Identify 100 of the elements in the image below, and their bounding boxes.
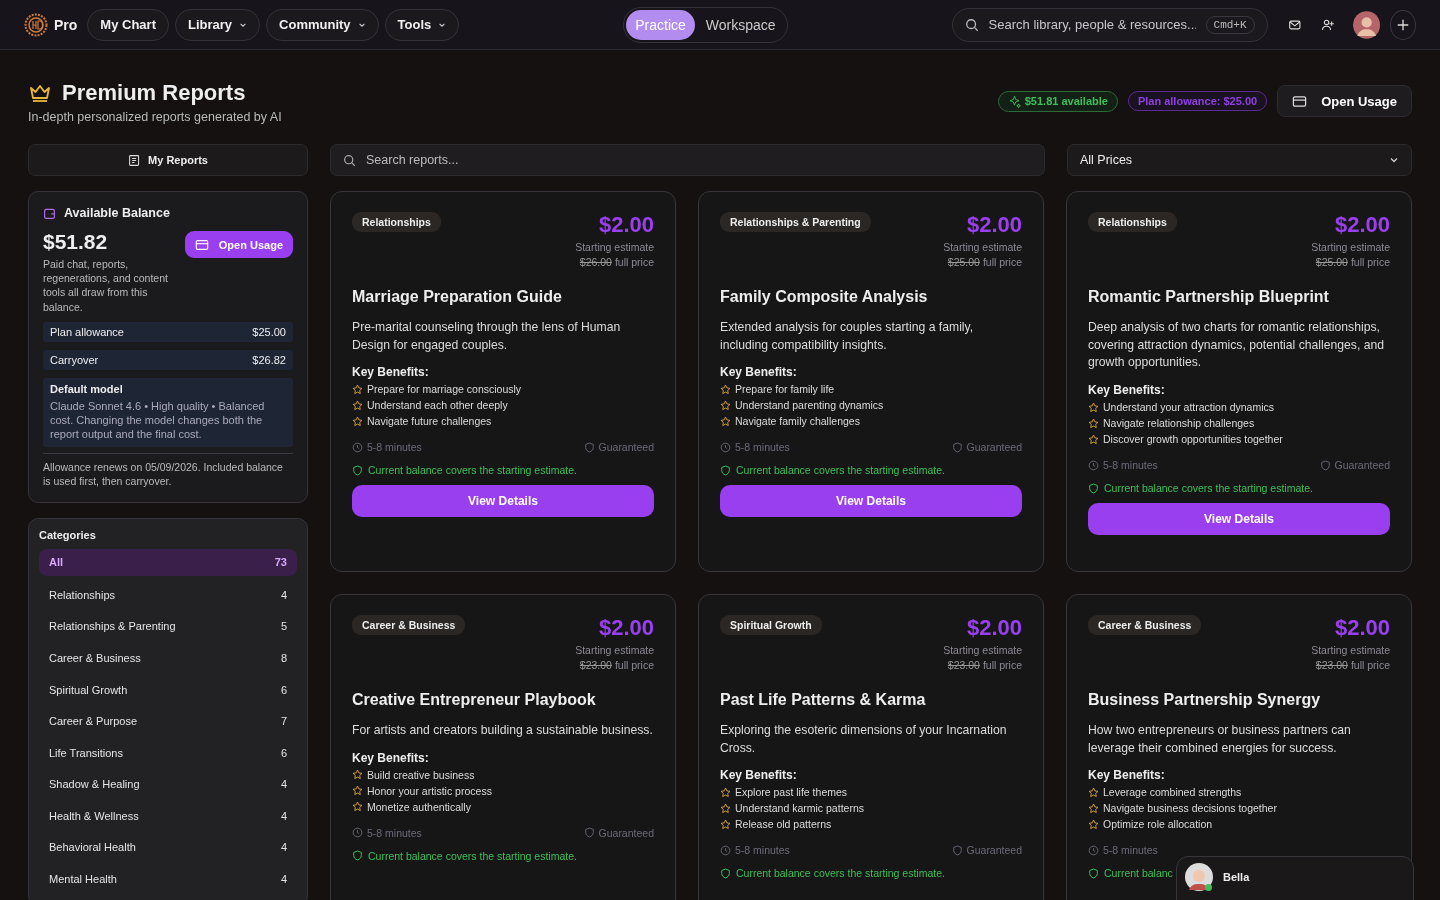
star-icon [1088, 417, 1099, 429]
nav-link[interactable]: My Chart [87, 8, 169, 41]
report-description: Pre-marital counseling through the lens of Human Design for engaged couples. [352, 319, 622, 354]
open-usage-button[interactable]: Open Usage [184, 231, 293, 258]
category-tag: Career & Business [1088, 615, 1202, 636]
benefit-text: Navigate business decisions together [1103, 802, 1277, 815]
category-item[interactable]: Health & Wellness 4 [39, 800, 297, 832]
price-label: Starting estimate [1311, 644, 1390, 657]
full-price-label: full price [614, 256, 654, 268]
nav-link[interactable]: Community [266, 8, 379, 41]
chat-widget[interactable]: Bella [1176, 856, 1414, 900]
category-item[interactable]: Behavioral Health 4 [39, 831, 297, 864]
benefits-heading: Key Benefits: [1088, 383, 1166, 398]
avatar[interactable] [1352, 8, 1381, 41]
report-search-field[interactable]: Search reports... [364, 152, 1032, 168]
search-icon [343, 153, 356, 167]
card-icon [194, 237, 209, 252]
category-item[interactable]: All 73 [39, 548, 297, 576]
assistant-avatar [1185, 863, 1213, 891]
report-title: Business Partnership Synergy [1088, 691, 1322, 710]
benefit-text: Monetize authentically [367, 800, 471, 813]
wallet-icon [43, 206, 56, 220]
open-usage-button[interactable]: Open Usage [1277, 85, 1412, 117]
star-icon [720, 415, 731, 427]
shield-icon [951, 441, 963, 453]
list-icon [128, 153, 142, 167]
shield-icon [352, 850, 363, 862]
category-item[interactable]: Career & Business 8 [39, 642, 297, 674]
row-value: $25.00 [252, 325, 286, 338]
original-price: $23.00 [947, 659, 980, 672]
benefit-text: Optimize role allocation [1103, 818, 1213, 831]
balance-status: Current balance covers the starting estimate. [736, 464, 945, 477]
category-tag: Career & Business [352, 615, 466, 636]
shield-icon [1088, 867, 1099, 879]
chevron-down-icon [1389, 155, 1399, 165]
clock-icon [1088, 844, 1099, 856]
price-label: Starting estimate [575, 644, 654, 657]
category-item[interactable]: Mental Health 4 [39, 863, 297, 895]
price: $2.00 [1333, 212, 1390, 238]
balance-status: Current balance covers the starting estimate. [368, 464, 577, 477]
category-item[interactable]: Relationships & Parenting 5 [39, 610, 297, 643]
benefit-text: Release old patterns [735, 818, 832, 831]
benefit-text: Explore past life themes [735, 786, 848, 799]
brand-name[interactable]: Pro [54, 16, 78, 33]
category-tag: Spiritual Growth [720, 615, 822, 636]
original-price: $25.00 [1315, 256, 1348, 268]
report-description: Exploring the esoteric dimensions of your Incarnation Cross. [720, 722, 1008, 757]
shield-icon [1088, 482, 1099, 494]
category-item[interactable]: Life Transitions 6 [39, 736, 297, 769]
view-details-button[interactable]: View Details [1088, 503, 1390, 536]
benefits-heading: Key Benefits: [1088, 768, 1166, 783]
report-description: Extended analysis for couples starting a family, including compatibility insights. [720, 319, 975, 354]
full-price-label: full price [614, 659, 654, 672]
row-label: Carryover [50, 353, 99, 366]
row-label: Plan allowance [50, 325, 124, 338]
star-icon [352, 769, 363, 781]
price: $2.00 [1333, 615, 1390, 642]
clock-icon [352, 827, 363, 839]
nav-link[interactable]: Library [174, 8, 261, 41]
plus-icon [1396, 17, 1411, 32]
category-item[interactable]: Shadow & Healing 4 [39, 768, 297, 801]
balance-status: Current balance covers the starting estimate. [368, 849, 577, 862]
star-icon [352, 801, 363, 813]
view-details-button[interactable]: View Details [720, 485, 1022, 518]
category-item[interactable]: Relationships 4 [39, 578, 297, 611]
page-title: Premium Reports [62, 80, 246, 106]
price-filter-dropdown[interactable]: All Prices [1067, 144, 1412, 176]
shield-icon [951, 844, 963, 856]
shield-icon [583, 441, 595, 453]
category-tag: Relationships [352, 212, 441, 232]
price: $2.00 [965, 615, 1022, 642]
logo-icon[interactable] [24, 12, 48, 37]
category-tag: Relationships [1088, 212, 1177, 232]
available-badge: $51.81 available [997, 90, 1118, 112]
category-tag: Relationships & Parenting [720, 212, 871, 232]
allowance-note: Allowance renews on 05/09/2026. Included balance is used first, then carryover. [43, 452, 293, 488]
price: $2.00 [965, 212, 1022, 238]
star-icon [352, 415, 363, 427]
clock-icon [720, 844, 731, 856]
report-search-bar[interactable]: Search reports... [330, 144, 1045, 176]
mode-tab[interactable]: Workspace [696, 9, 785, 40]
duration: 5-8 minutes [735, 844, 790, 857]
full-price-label: full price [982, 256, 1022, 268]
model-title: Default model [50, 382, 124, 395]
price: $2.00 [597, 212, 654, 238]
nav-link[interactable]: Tools [384, 8, 460, 41]
page-subtitle: In-depth personalized reports generated by AI [28, 110, 282, 124]
categories-title: Categories [39, 528, 97, 541]
report-description: Deep analysis of two charts for romantic relationships, covering attraction dynamics, potential challenges, and growth opportunities. [1088, 319, 1386, 372]
category-item[interactable]: Spiritual Growth 6 [39, 673, 297, 706]
benefit-text: Understand your attraction dynamics [1103, 401, 1274, 414]
benefit-text: Understand parenting dynamics [735, 399, 884, 412]
benefit-text: Understand karmic patterns [735, 802, 864, 815]
star-icon [1088, 786, 1099, 798]
category-item[interactable]: Career & Purpose 7 [39, 705, 297, 737]
benefit-text: Understand each other deeply [367, 399, 508, 412]
benefit-text: Navigate relationship challenges [1103, 417, 1255, 430]
view-details-button[interactable]: View Details [352, 485, 654, 518]
my-reports-button[interactable]: My Reports [28, 144, 308, 176]
guarantee-label: Guaranteed [966, 441, 1022, 454]
